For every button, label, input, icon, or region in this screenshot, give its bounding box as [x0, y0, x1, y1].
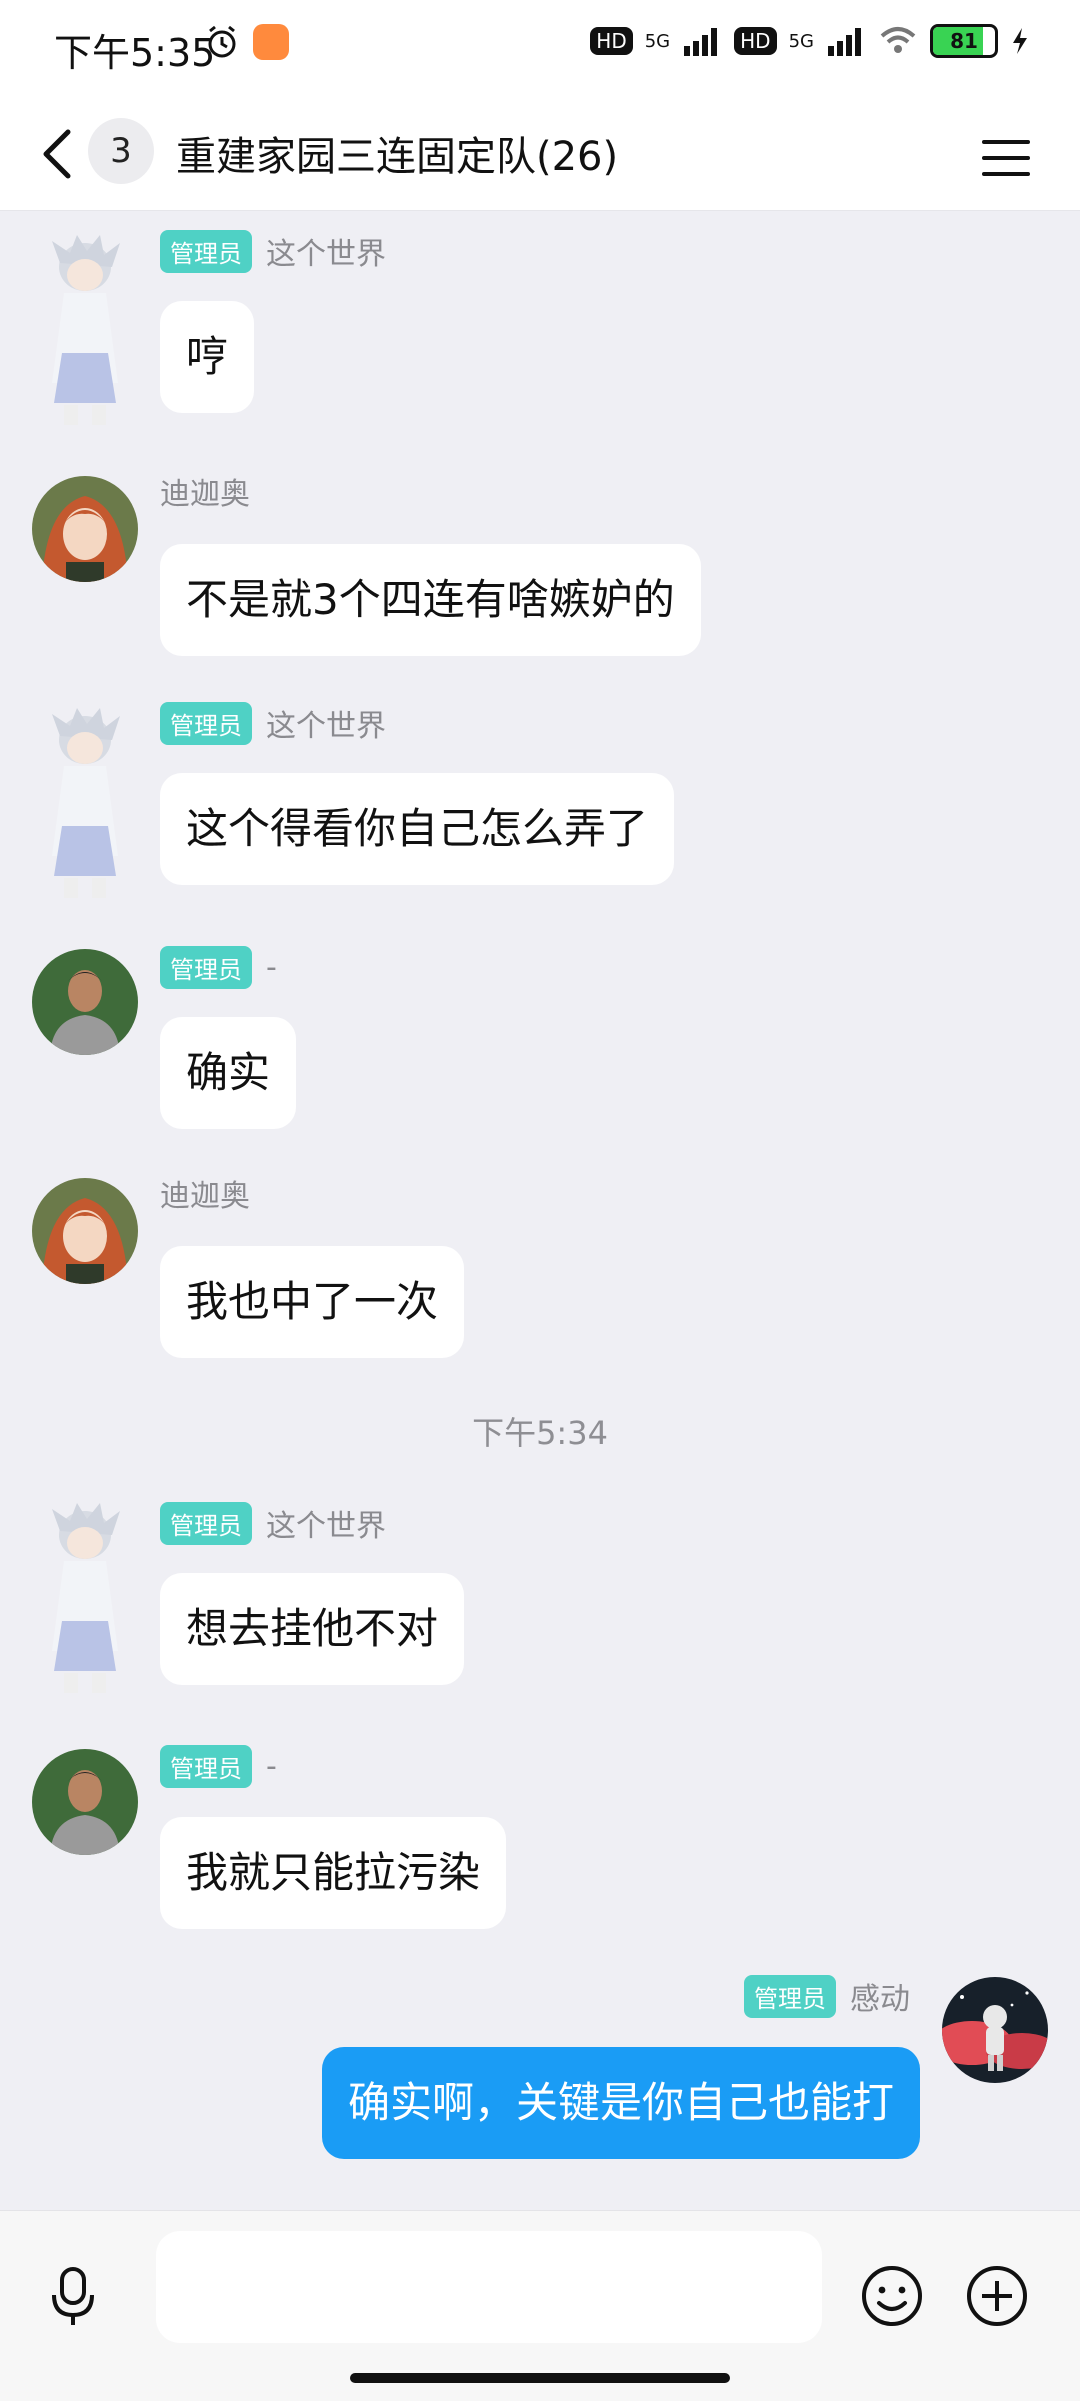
- alarm-icon: [208, 25, 236, 58]
- charging-icon: [1013, 28, 1027, 54]
- avatar[interactable]: [32, 233, 138, 433]
- hd-badge-1: HD: [590, 27, 633, 55]
- message-bubble[interactable]: 不是就3个四连有啥嫉妒的: [160, 544, 701, 656]
- hd-badge-2: HD: [734, 27, 777, 55]
- unread-count-badge[interactable]: 3: [88, 118, 154, 184]
- avatar[interactable]: [32, 1501, 138, 1701]
- back-arrow-icon[interactable]: [32, 124, 92, 184]
- sender-name: -: [266, 949, 277, 985]
- message-sender: 管理员 -: [160, 945, 277, 989]
- status-left-icons: [205, 24, 289, 60]
- message-bubble[interactable]: 哼: [160, 301, 255, 413]
- sender-name: 这个世界: [266, 237, 386, 272]
- sender-name: 感动: [850, 1982, 910, 2017]
- message-bubble[interactable]: 这个得看你自己怎么弄了: [160, 773, 675, 885]
- message-list[interactable]: 管理员 这个世界 哼 迪迦奥 不是就3个四连有啥嫉妒的 管理员 这个世界 这个得…: [0, 211, 1080, 2210]
- message-bubble[interactable]: 我就只能拉污染: [160, 1817, 507, 1929]
- message-bubble[interactable]: 我也中了一次: [160, 1246, 465, 1358]
- emoji-icon[interactable]: [857, 2261, 927, 2331]
- admin-badge: 管理员: [744, 1974, 836, 2018]
- signal-icon: [684, 28, 718, 56]
- admin-badge: 管理员: [160, 1501, 252, 1545]
- avatar[interactable]: [32, 1178, 138, 1284]
- message-timestamp: 下午5:34: [472, 1414, 608, 1452]
- plus-icon[interactable]: [962, 2261, 1032, 2331]
- chat-header: 3 重建家园三连固定队(26): [0, 100, 1080, 211]
- message-sender: 管理员 这个世界: [160, 1501, 386, 1545]
- input-bar: [0, 2210, 1080, 2401]
- wifi-icon: [880, 27, 916, 53]
- avatar[interactable]: [32, 1749, 138, 1855]
- app-notification-icon: [253, 24, 289, 60]
- message-bubble[interactable]: 确实: [160, 1017, 297, 1129]
- microphone-icon[interactable]: [38, 2261, 108, 2331]
- message-sender: 迪迦奥: [160, 1171, 250, 1215]
- message-sender: 管理员 -: [160, 1744, 277, 1788]
- sender-name: 迪迦奥: [160, 1179, 250, 1214]
- avatar[interactable]: [942, 1977, 1048, 2083]
- message-bubble[interactable]: 想去挂他不对: [160, 1573, 465, 1685]
- sender-name: 迪迦奥: [160, 477, 250, 512]
- battery-level: 81: [950, 29, 978, 53]
- battery: 81: [930, 24, 998, 58]
- sender-name: 这个世界: [266, 709, 386, 744]
- admin-badge: 管理员: [160, 945, 252, 989]
- menu-icon[interactable]: [978, 130, 1034, 186]
- avatar[interactable]: [32, 476, 138, 582]
- sender-name: 这个世界: [266, 1509, 386, 1544]
- message-sender: 管理员 这个世界: [160, 229, 386, 273]
- message-sender: 迪迦奥: [160, 469, 250, 513]
- signal-icon: [828, 28, 861, 56]
- message-sender: 管理员 感动: [744, 1974, 910, 2018]
- status-time: 下午5:35: [54, 31, 216, 75]
- message-input[interactable]: [156, 2231, 822, 2343]
- admin-badge: 管理员: [160, 701, 252, 745]
- status-right: HD 5G HD 5G 81: [590, 24, 1030, 58]
- sender-name: -: [266, 1748, 277, 1784]
- admin-badge: 管理员: [160, 1744, 252, 1788]
- gen-label-1: 5G: [644, 30, 671, 52]
- status-bar: 下午5:35 HD 5G HD 5G 81: [0, 0, 1080, 100]
- admin-badge: 管理员: [160, 229, 252, 273]
- avatar[interactable]: [32, 706, 138, 906]
- avatar[interactable]: [32, 949, 138, 1055]
- message-bubble[interactable]: 确实啊，关键是你自己也能打: [321, 2047, 920, 2159]
- message-sender: 管理员 这个世界: [160, 701, 386, 745]
- chat-title: 重建家园三连固定队(26): [176, 134, 619, 180]
- gen-label-2: 5G: [788, 30, 814, 52]
- home-indicator: [350, 2373, 730, 2383]
